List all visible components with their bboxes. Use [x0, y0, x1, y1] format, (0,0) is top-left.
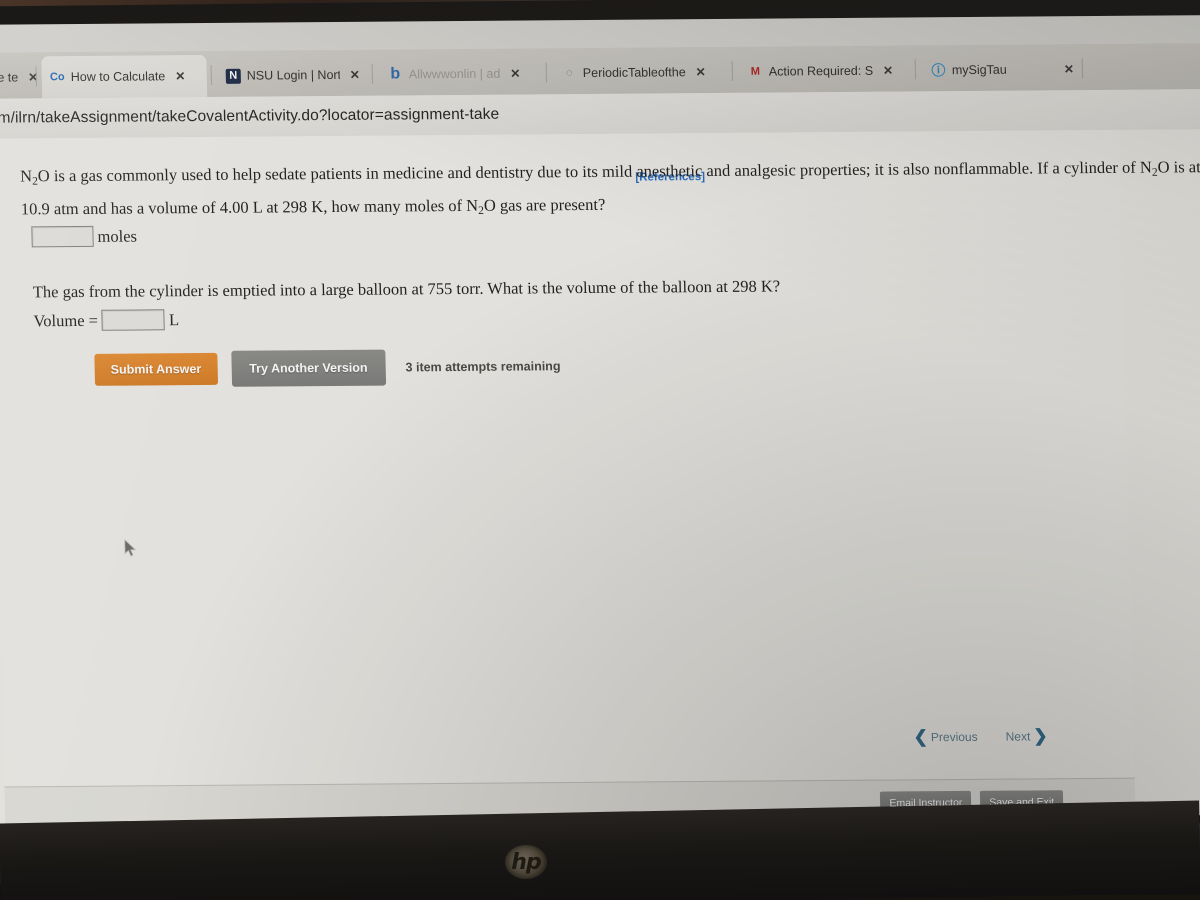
question-part2-text: The gas from the cylinder is emptied int… [32, 276, 781, 302]
tab-divider [1081, 58, 1084, 79]
tab-label: Allwwwonlin | ad [408, 66, 501, 82]
browser-tab-5[interactable]: M Action Required: S ✕ [739, 49, 912, 92]
browser-tab-6-close[interactable]: ✕ [1051, 48, 1082, 90]
volume-label: Volume = [33, 310, 99, 330]
tab-label: mySigTau [951, 62, 1007, 78]
close-icon[interactable]: ✕ [883, 64, 893, 78]
browser-tab-1[interactable]: Co How to Calculate ✕ [41, 54, 208, 99]
hp-logo: hp [505, 845, 547, 879]
chevron-left-icon: ❮ [913, 727, 929, 747]
question-formula-n: N [19, 166, 33, 186]
close-icon[interactable]: ✕ [350, 68, 360, 82]
periodic-icon: ◌ [565, 67, 573, 80]
next-label: Next [1005, 729, 1031, 744]
tab-label: How to Calculate [70, 69, 166, 85]
tab-divider [371, 63, 374, 84]
url-text: now.com/ilrn/takeAssignment/takeCovalent… [0, 105, 500, 128]
assignment-content: [References] N2O is a gas commonly used … [0, 129, 1200, 787]
submit-answer-button[interactable]: Submit Answer [94, 352, 218, 386]
previous-link[interactable]: ❮ Previous [913, 727, 977, 747]
tab-label: NSU Login | North [246, 67, 340, 83]
question-text: N2O is a gas commonly used to help sedat… [20, 153, 1200, 229]
monitor-screen: v2 | Online te ✕ Co How to Calculate ✕ N… [0, 15, 1200, 885]
tab-label: Action Required: S [768, 63, 874, 79]
close-icon[interactable]: ✕ [696, 65, 706, 79]
page-navigation: ❮ Previous Next ❯ [913, 726, 1047, 747]
tab-divider [210, 64, 213, 85]
browser-tab-2[interactable]: N NSU Login | North ✕ [217, 54, 368, 97]
action-button-row: Submit Answer Try Another Version 3 item… [94, 348, 561, 388]
tab-divider [914, 59, 917, 80]
volume-input[interactable] [101, 309, 166, 331]
attempts-remaining-text: 3 item attempts remaining [405, 359, 561, 375]
close-icon[interactable]: ✕ [175, 69, 185, 83]
page-viewport: s ot ot pt pt 1 pt [0, 129, 1200, 885]
question-body-3: O gas are present? [483, 195, 606, 216]
coursehero-icon: Co [49, 71, 65, 84]
close-icon[interactable]: ✕ [510, 67, 520, 81]
chevron-right-icon: ❯ [1033, 726, 1048, 746]
close-icon[interactable]: ✕ [1064, 62, 1074, 76]
tab-label: v2 | Online te [0, 70, 19, 85]
browser-tab-4[interactable]: ◌ PeriodicTableofthe ✕ [553, 51, 729, 94]
try-another-version-button[interactable]: Try Another Version [230, 349, 386, 387]
browser-tab-3[interactable]: b Allwwwonlin | ad ✕ [379, 52, 540, 95]
question-body-1: O is a gas commonly used to help sedate … [37, 157, 1153, 186]
moles-input[interactable] [31, 225, 94, 248]
mysigtau-icon: ⓘ [931, 62, 946, 79]
photo-scene: v2 | Online te ✕ Co How to Calculate ✕ N… [0, 0, 1200, 900]
nsu-icon: N [225, 68, 241, 84]
blackboard-icon: b [390, 65, 401, 83]
tab-divider [731, 60, 734, 81]
moles-answer-row: moles [31, 225, 138, 248]
previous-label: Previous [930, 729, 978, 745]
tab-label: PeriodicTableofthe [582, 65, 686, 81]
volume-answer-row: Volume = L [33, 309, 179, 331]
mouse-cursor-icon [124, 539, 137, 557]
next-link[interactable]: Next ❯ [1005, 726, 1047, 746]
tab-divider [545, 62, 548, 83]
volume-unit-label: L [168, 309, 180, 329]
gmail-icon: M [750, 65, 761, 78]
moles-unit-label: moles [97, 226, 138, 246]
